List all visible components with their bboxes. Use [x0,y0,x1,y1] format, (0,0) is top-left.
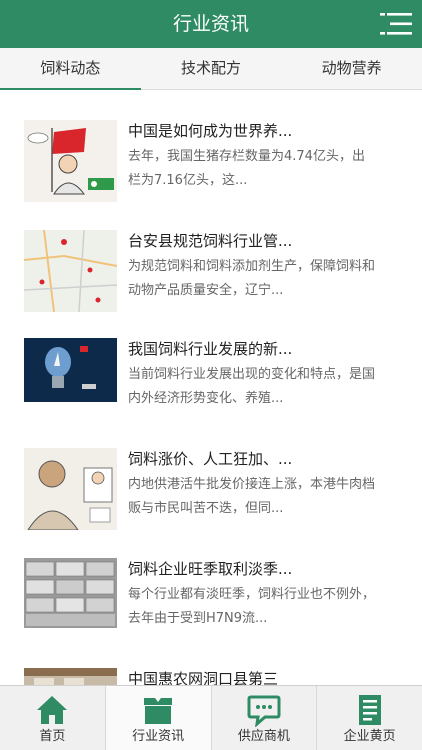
article-summary: 每个行业都有淡旺季，饲料行业也不例外，去年由于受到H7N9流... [128,587,376,626]
home-icon [37,696,68,724]
article-thumbnail [24,338,117,402]
article-title: 饲料企业旺季取利淡季... [128,560,293,578]
article-summary: 为规范饲料和饲料添加剂生产，保障饲料和动物产品质量安全，辽宁... [128,259,376,298]
chat-icon [247,695,281,727]
page-title: 行业资讯 [172,13,249,35]
list-item[interactable]: 台安县规范饲料行业管... 为规范饲料和饲料添加剂生产，保障饲料和动物产品质量安… [0,230,422,340]
article-summary: 内地供港活牛批发价接连上涨，本港牛肉档贩与市民叫苦不迭，但同... [128,477,376,516]
list-item[interactable]: 饲料涨价、人工狂加、... 内地供港活牛批发价接连上涨，本港牛肉档贩与市民叫苦不… [0,448,422,558]
menu-icon[interactable] [380,10,412,38]
article-title: 台安县规范饲料行业管... [128,232,293,250]
article-title: 中国惠农网洞口县第三 [128,670,279,685]
article-title: 饲料涨价、人工狂加、... [128,450,293,468]
list-item[interactable]: 中国惠农网洞口县第三 [0,668,422,685]
article-summary: 去年，我国生猪存栏数量为4.74亿头，出栏为7.16亿头，这... [128,149,365,188]
article-thumbnail [24,448,117,530]
article-thumbnail [24,558,117,628]
category-tabs: 饲料动态 技术配方 动物营养 [0,48,422,90]
article-title: 我国饲料行业发展的新... [128,340,293,358]
nav-supply-label: 供应商机 [237,729,290,744]
app-header: 行业资讯 [0,0,422,48]
article-thumbnail [24,230,117,312]
document-icon [358,695,381,725]
nav-supply[interactable]: 供应商机 [212,686,318,750]
tab-tech-formula[interactable]: 技术配方 [141,48,282,89]
article-thumbnail [24,120,117,202]
nav-industry-news-label: 行业资讯 [132,729,185,744]
nav-yellow-pages-label: 企业黄页 [343,729,396,744]
list-item[interactable]: 中国是如何成为世界养... 去年，我国生猪存栏数量为4.74亿头，出栏为7.16… [0,120,422,230]
article-list: 中国是如何成为世界养... 去年，我国生猪存栏数量为4.74亿头，出栏为7.16… [0,90,422,685]
article-thumbnail [24,668,117,685]
nav-yellow-pages[interactable]: 企业黄页 [317,686,422,750]
tab-animal-nutrition[interactable]: 动物营养 [281,48,422,89]
bottom-nav: 首页 行业资讯 供应商机 企业黄页 [0,685,422,750]
article-summary: 当前饲料行业发展出现的变化和特点，是国内外经济形势变化、养殖... [128,367,376,406]
nav-home-label: 首页 [39,729,66,744]
list-item[interactable]: 我国饲料行业发展的新... 当前饲料行业发展出现的变化和特点，是国内外经济形势变… [0,338,422,448]
tab-feed-news[interactable]: 饲料动态 [0,48,141,90]
box-icon [144,698,173,724]
list-item[interactable]: 饲料企业旺季取利淡季... 每个行业都有淡旺季，饲料行业也不例外，去年由于受到H… [0,558,422,668]
nav-home[interactable]: 首页 [0,686,106,750]
article-title: 中国是如何成为世界养... [128,122,293,140]
nav-industry-news[interactable]: 行业资讯 [105,686,212,750]
